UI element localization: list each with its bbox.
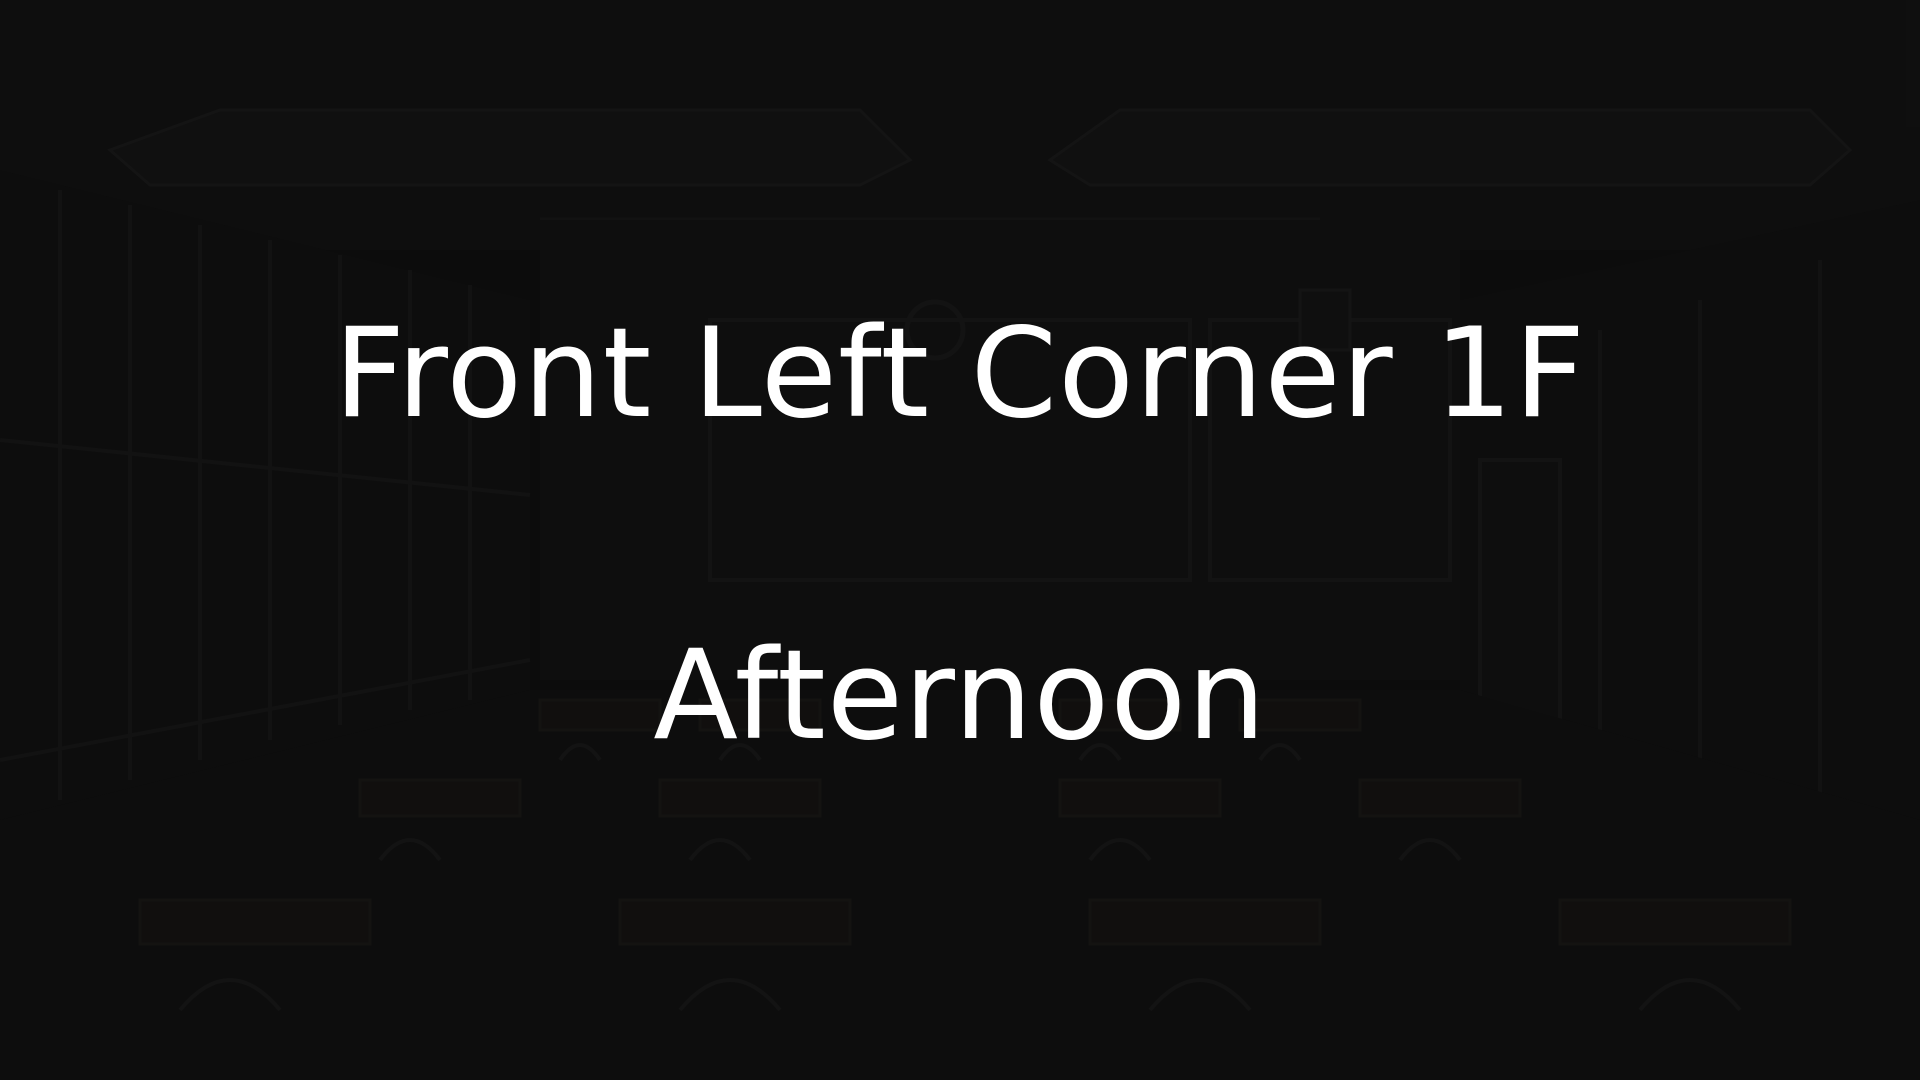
- location-title: Front Left Corner 1F: [333, 302, 1587, 446]
- time-of-day-label: Afternoon: [653, 624, 1267, 768]
- dark-overlay: [0, 0, 1920, 1080]
- location-transition-screen[interactable]: Front Left Corner 1F Afternoon: [0, 0, 1920, 1080]
